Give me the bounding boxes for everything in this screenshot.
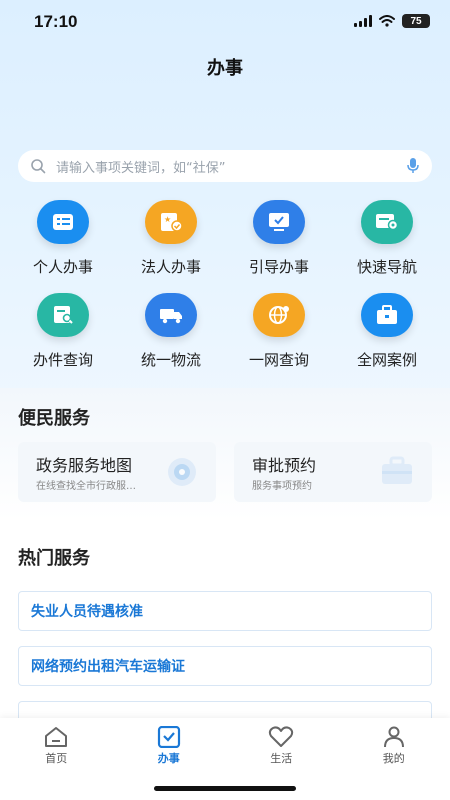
service-label: 快速导航 bbox=[356, 258, 417, 276]
tab-label: 我的 bbox=[382, 752, 405, 765]
service-item-legal[interactable]: ★ 法人办事 bbox=[117, 200, 225, 277]
page-title: 办事 bbox=[207, 58, 243, 79]
service-item-logistics[interactable]: 统一物流 bbox=[117, 293, 225, 370]
card-title: 政务服务地图 bbox=[36, 456, 133, 475]
status-time: 17:10 bbox=[34, 12, 78, 31]
service-label: 法人办事 bbox=[140, 258, 201, 276]
convenience-section: 便民服务 政务服务地图 在线查找全市行政服… 审批预约 服务事项预约 bbox=[0, 388, 450, 520]
hot-service-item[interactable]: 网络预约出租汽车运输证 bbox=[18, 646, 432, 686]
tab-label: 生活 bbox=[270, 752, 293, 765]
service-item-case-query[interactable]: 办件查询 bbox=[9, 293, 117, 370]
service-label: 全网案例 bbox=[356, 351, 417, 369]
service-label: 一网查询 bbox=[248, 351, 309, 369]
tab-label: 首页 bbox=[45, 752, 68, 765]
tab-label: 办事 bbox=[157, 752, 180, 765]
section-title: 便民服务 bbox=[18, 408, 90, 429]
badge-check-icon: ★ bbox=[145, 200, 197, 244]
briefcase-icon bbox=[382, 456, 412, 484]
service-item-online-query[interactable]: 一网查询 bbox=[225, 293, 333, 370]
search-bar[interactable]: 请输入事项关键词，如“社保” bbox=[18, 150, 432, 182]
person-card-icon bbox=[37, 200, 89, 244]
service-item-navigation[interactable]: 快速导航 bbox=[333, 200, 441, 277]
service-item-guide[interactable]: 引导办事 bbox=[225, 200, 333, 277]
heart-icon bbox=[269, 726, 294, 747]
svg-text:★: ★ bbox=[164, 215, 171, 224]
map-pin-icon bbox=[168, 458, 196, 486]
card-subtitle: 服务事项预约 bbox=[252, 481, 312, 492]
home-indicator bbox=[154, 786, 296, 791]
user-icon bbox=[383, 726, 404, 748]
service-label: 统一物流 bbox=[140, 351, 201, 369]
card-approval-booking[interactable]: 审批预约 服务事项预约 bbox=[234, 442, 432, 502]
search-icon bbox=[31, 159, 46, 174]
battery-icon: 75 bbox=[402, 14, 430, 28]
status-icons: 75 bbox=[354, 14, 430, 28]
service-grid: 个人办事 ★ 法人办事 引导办事 快速导航 办件查询 统一物流 一网查询 全网案… bbox=[9, 200, 441, 370]
service-label: 办件查询 bbox=[32, 351, 93, 369]
hot-service-item[interactable]: 失业人员待遇核准 bbox=[18, 591, 432, 631]
service-item-all-cases[interactable]: 全网案例 bbox=[333, 293, 441, 370]
microphone-icon[interactable] bbox=[406, 157, 420, 175]
monitor-check-icon bbox=[253, 200, 305, 244]
card-subtitle: 在线查找全市行政服… bbox=[36, 481, 136, 492]
service-label: 引导办事 bbox=[248, 258, 309, 276]
status-bar: 17:10 75 bbox=[0, 0, 450, 44]
service-label: 个人办事 bbox=[32, 258, 93, 276]
tab-mine[interactable]: 我的 bbox=[338, 718, 450, 800]
map-location-icon bbox=[361, 200, 413, 244]
home-icon bbox=[45, 727, 68, 747]
section-title: 热门服务 bbox=[18, 548, 90, 569]
document-search-icon bbox=[37, 293, 89, 337]
truck-icon bbox=[145, 293, 197, 337]
signal-icon bbox=[354, 15, 372, 27]
card-service-map[interactable]: 政务服务地图 在线查找全市行政服… bbox=[18, 442, 216, 502]
wifi-icon bbox=[379, 15, 395, 27]
tab-home[interactable]: 首页 bbox=[0, 718, 113, 800]
briefcase-icon bbox=[361, 293, 413, 337]
globe-icon bbox=[253, 293, 305, 337]
hot-services-section: 热门服务 失业人员待遇核准 网络预约出租汽车运输证 bbox=[0, 528, 450, 741]
checkbox-icon bbox=[157, 726, 180, 748]
card-title: 审批预约 bbox=[252, 456, 317, 475]
search-input[interactable]: 请输入事项关键词，如“社保” bbox=[56, 157, 406, 176]
service-item-personal[interactable]: 个人办事 bbox=[9, 200, 117, 277]
